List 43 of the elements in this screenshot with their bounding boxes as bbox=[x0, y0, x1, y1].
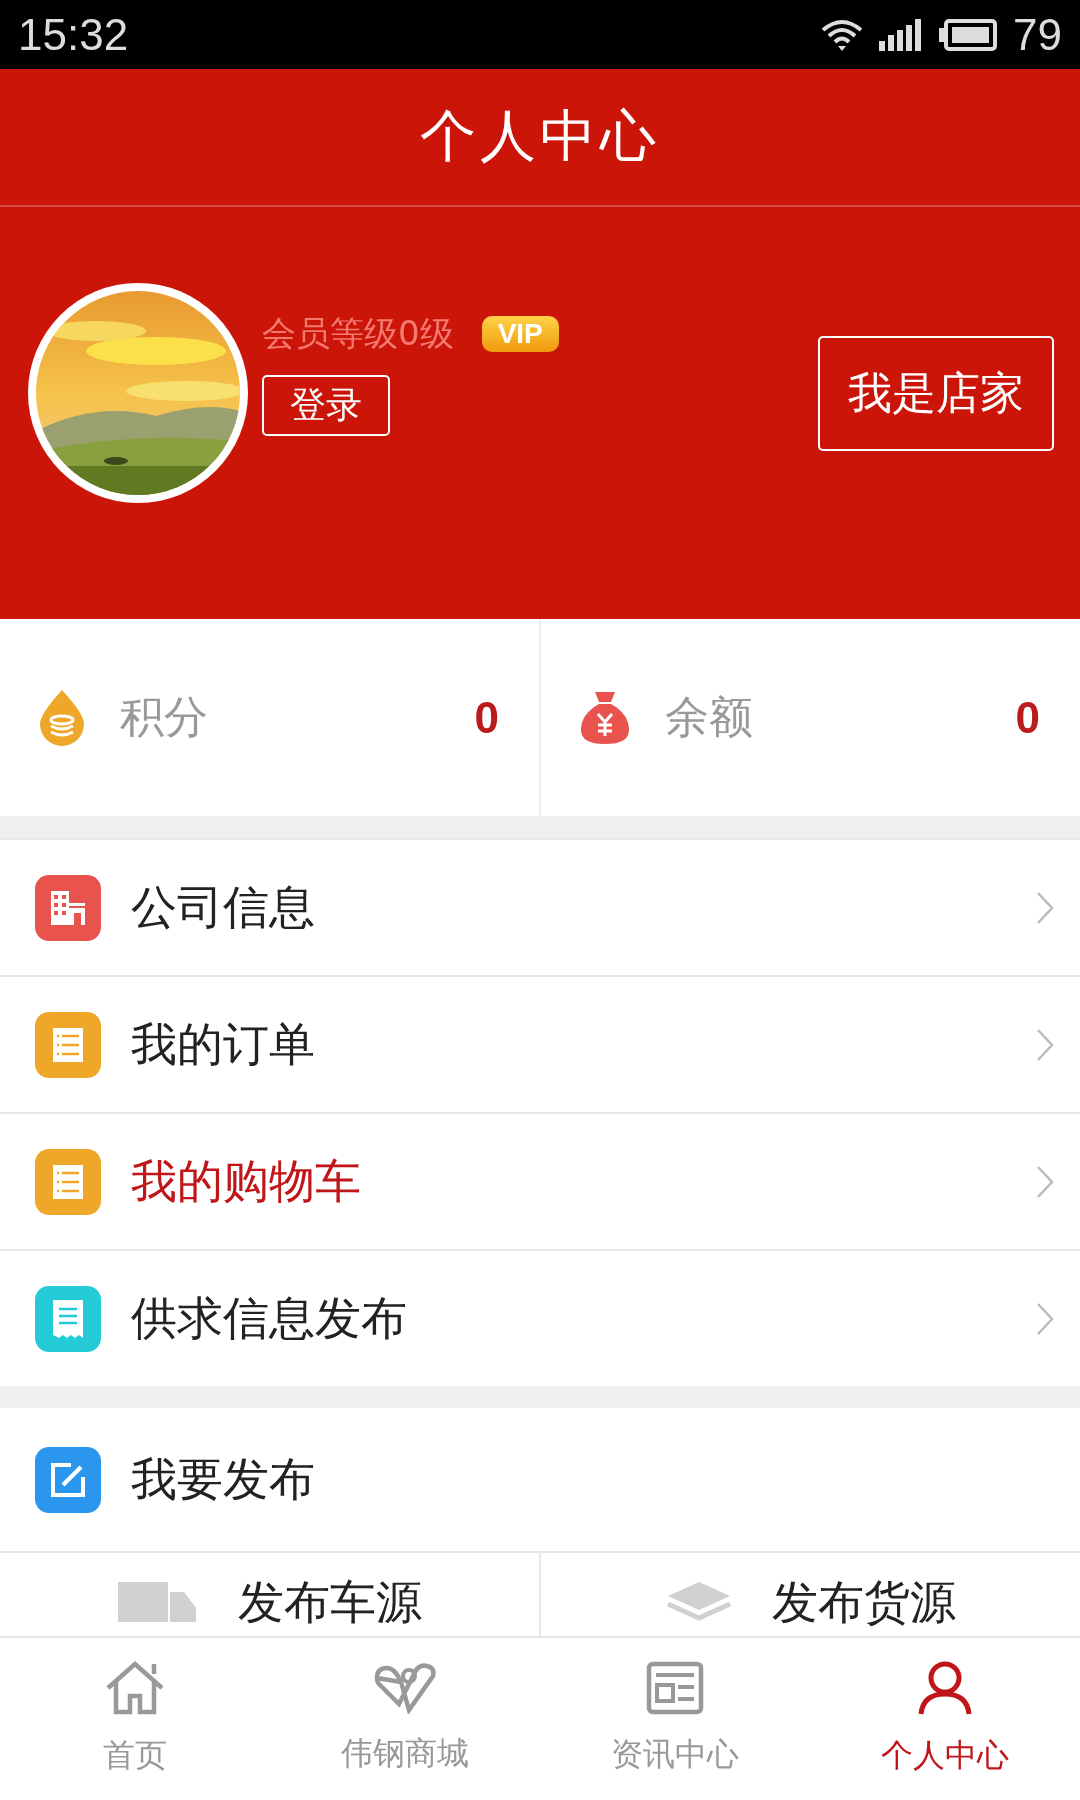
menu-label: 我要发布 bbox=[131, 1450, 315, 1508]
edit-icon bbox=[35, 1446, 101, 1513]
publish-label: 发布车源 bbox=[237, 1574, 422, 1631]
publish-option[interactable]: 发布车源 bbox=[0, 1553, 539, 1636]
stat-value: 0 bbox=[1015, 692, 1040, 743]
menu-label: 我的订单 bbox=[131, 1015, 316, 1073]
chevron-icon bbox=[1036, 1027, 1054, 1062]
chevron-icon bbox=[1036, 1164, 1054, 1199]
shop-owner-button[interactable]: 我是店家 bbox=[818, 335, 1054, 451]
menu-item[interactable]: 我要发布 bbox=[0, 1408, 1080, 1553]
battery-icon bbox=[939, 18, 998, 51]
menu-label: 供求信息发布 bbox=[131, 1289, 408, 1347]
menu-item[interactable]: 供求信息发布 bbox=[0, 1249, 1080, 1386]
wifi-icon bbox=[821, 17, 864, 52]
receipt-icon bbox=[35, 1285, 101, 1352]
person-icon bbox=[917, 1660, 973, 1716]
coin-drop-icon bbox=[40, 689, 84, 746]
menu-item[interactable]: 公司信息 bbox=[0, 838, 1080, 975]
menu-label: 我的购物车 bbox=[131, 1152, 362, 1210]
clock-time: 15:32 bbox=[18, 9, 129, 60]
building-icon bbox=[35, 874, 101, 941]
news-icon bbox=[646, 1661, 704, 1715]
vip-badge: VIP bbox=[481, 315, 559, 352]
signal-icon bbox=[879, 18, 924, 51]
chevron-icon bbox=[1036, 1301, 1054, 1336]
login-button[interactable]: 登录 bbox=[262, 374, 390, 436]
list-icon bbox=[35, 1011, 101, 1078]
list-icon bbox=[35, 1148, 101, 1215]
member-level: 会员等级0级 bbox=[262, 311, 454, 355]
money-bag-icon bbox=[581, 691, 629, 744]
stat-label: 余额 bbox=[665, 690, 754, 744]
home-icon bbox=[104, 1660, 166, 1716]
battery-level: 79 bbox=[1013, 9, 1062, 60]
tab[interactable]: 个人中心 bbox=[810, 1638, 1080, 1800]
menu-item[interactable]: 我的订单 bbox=[0, 975, 1080, 1112]
menu-label: 公司信息 bbox=[131, 878, 316, 936]
page-title: 个人中心 bbox=[420, 102, 660, 170]
publish-label: 发布货源 bbox=[771, 1574, 956, 1631]
stat-value: 0 bbox=[474, 692, 499, 743]
menu-item[interactable]: 我的购物车 bbox=[0, 1112, 1080, 1249]
heart-icon bbox=[373, 1662, 437, 1714]
chevron-icon bbox=[1036, 890, 1054, 925]
stat-label: 积分 bbox=[120, 690, 209, 744]
